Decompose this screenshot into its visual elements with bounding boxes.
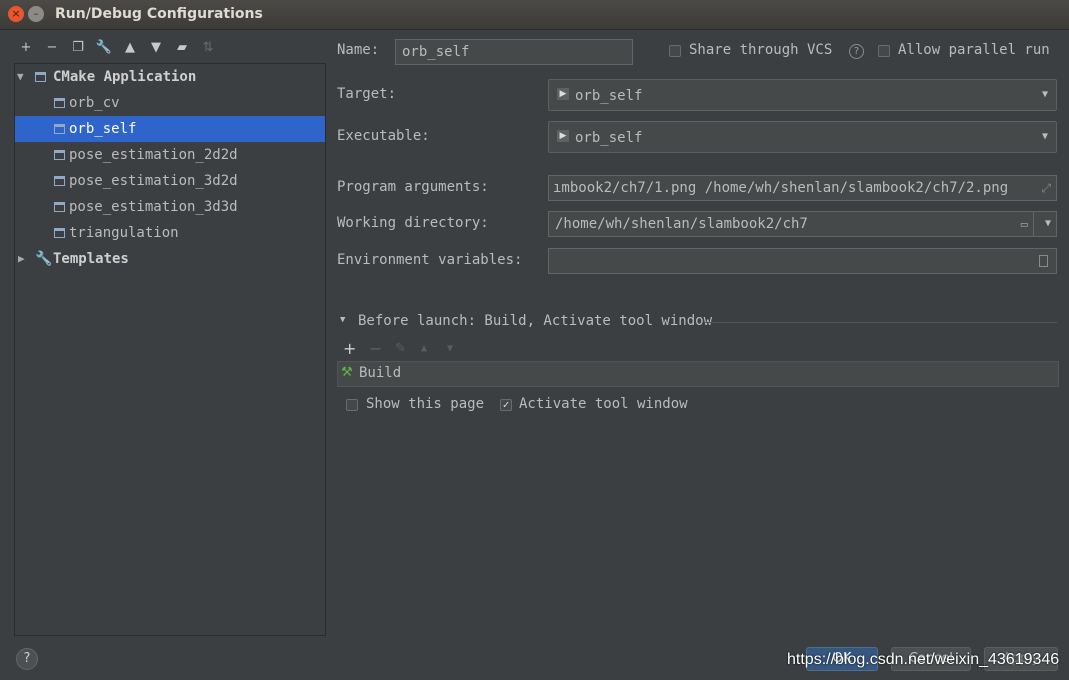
target-select[interactable]: ▶ orb_self ▼ [548, 79, 1057, 111]
sort-icon[interactable]: ⇅ [199, 40, 217, 56]
tree-item-label: orb_cv [69, 95, 120, 111]
tree-item-label: triangulation [69, 225, 179, 241]
chevron-down-icon[interactable]: ▼ [1045, 212, 1051, 236]
collapse-arrow-icon[interactable]: ▶ [18, 246, 25, 272]
before-launch-header[interactable]: Before launch: Build, Activate tool wind… [358, 313, 712, 329]
config-icon [54, 98, 65, 108]
tree-item-orb-cv[interactable]: orb_cv [15, 90, 325, 116]
window-title: Run/Debug Configurations [55, 6, 263, 22]
title-bar: × – Run/Debug Configurations [0, 0, 1069, 30]
activate-tool-window-label: Activate tool window [519, 396, 688, 412]
before-launch-task-list[interactable]: ⚒ Build [337, 361, 1059, 387]
allow-parallel-checkbox[interactable] [878, 45, 890, 57]
program-arguments-input[interactable]: ımbook2/ch7/1.png /home/wh/shenlan/slamb… [548, 175, 1057, 201]
tree-group-label: Templates [53, 251, 129, 267]
executable-icon: ▶ [557, 130, 569, 142]
folder-icon[interactable]: ▭ [1021, 212, 1028, 236]
edit-list-icon[interactable] [1039, 255, 1048, 267]
minimize-window-button[interactable]: – [28, 6, 44, 22]
arrow-up-icon[interactable]: ▲ [121, 40, 139, 56]
chevron-down-icon[interactable]: ▼ [1042, 123, 1048, 151]
expand-icon[interactable]: ⤢ [1041, 176, 1051, 200]
share-vcs-checkbox[interactable] [669, 45, 681, 57]
configuration-tree[interactable]: ▼ CMake Application orb_cv orb_self pose… [14, 63, 326, 636]
show-page-checkbox[interactable] [346, 399, 358, 411]
cmake-app-icon [35, 72, 46, 82]
expand-arrow-icon[interactable]: ▼ [17, 64, 24, 90]
copy-icon[interactable]: ❐ [69, 40, 87, 56]
show-page-label: Show this page [366, 396, 485, 412]
target-label: Target: [337, 86, 397, 102]
help-button[interactable]: ? [16, 648, 38, 670]
watermark-text: https://blog.csdn.net/weixin_43619346 [787, 651, 1060, 668]
tree-group-label: CMake Application [53, 69, 197, 85]
edit-task-icon[interactable]: ✎ [395, 341, 406, 356]
config-icon [54, 150, 65, 160]
help-icon[interactable]: ? [849, 44, 864, 59]
environment-variables-label: Environment variables: [337, 252, 523, 268]
config-icon [54, 124, 65, 134]
task-row-build[interactable]: ⚒ Build [338, 362, 1058, 386]
tree-item-label: pose_estimation_3d2d [69, 173, 238, 189]
add-task-icon[interactable]: + [343, 339, 356, 358]
tree-item-pose-estimation-3d3d[interactable]: pose_estimation_3d3d [15, 194, 325, 220]
hammer-icon: ⚒ [341, 365, 353, 380]
share-vcs-label: Share through VCS [689, 42, 833, 58]
tree-group-cmake-application[interactable]: ▼ CMake Application [15, 64, 325, 90]
tree-item-label: pose_estimation_3d3d [69, 199, 238, 215]
allow-parallel-label: Allow parallel run [898, 42, 1050, 58]
tree-item-orb-self[interactable]: orb_self [15, 116, 325, 142]
tree-group-templates[interactable]: ▶ 🔧 Templates [15, 246, 325, 272]
tree-item-triangulation[interactable]: triangulation [15, 220, 325, 246]
activate-tool-window-checkbox[interactable]: ✓ [500, 399, 512, 411]
name-input[interactable]: orb_self [395, 39, 633, 65]
environment-variables-input[interactable] [548, 248, 1057, 274]
add-icon[interactable]: + [17, 40, 35, 56]
executable-select[interactable]: ▶ orb_self ▼ [548, 121, 1057, 153]
collapse-arrow-icon[interactable]: ▼ [340, 315, 345, 325]
wrench-icon[interactable]: 🔧 [95, 40, 113, 56]
close-window-button[interactable]: × [8, 6, 24, 22]
tree-item-pose-estimation-2d2d[interactable]: pose_estimation_2d2d [15, 142, 325, 168]
executable-label: Executable: [337, 128, 430, 144]
executable-value: orb_self [575, 130, 643, 146]
config-icon [54, 202, 65, 212]
program-arguments-value: ımbook2/ch7/1.png /home/wh/shenlan/slamb… [553, 180, 1009, 196]
task-label: Build [359, 365, 402, 381]
tree-item-label: orb_self [69, 121, 137, 137]
remove-task-icon[interactable]: − [369, 339, 382, 358]
working-directory-label: Working directory: [337, 215, 489, 231]
target-value: orb_self [575, 88, 643, 104]
move-down-icon[interactable]: ▼ [447, 343, 453, 354]
arrow-down-icon[interactable]: ▼ [147, 40, 165, 56]
config-icon [54, 176, 65, 186]
program-arguments-label: Program arguments: [337, 179, 489, 195]
tree-item-pose-estimation-3d2d[interactable]: pose_estimation_3d2d [15, 168, 325, 194]
wrench-icon: 🔧 [35, 251, 53, 267]
divider [1033, 212, 1034, 236]
chevron-down-icon[interactable]: ▼ [1042, 81, 1048, 109]
name-label: Name: [337, 42, 380, 58]
remove-icon[interactable]: − [43, 40, 61, 56]
tree-item-label: pose_estimation_2d2d [69, 147, 238, 163]
working-directory-input[interactable]: /home/wh/shenlan/slambook2/ch7 ▭ ▼ [548, 211, 1057, 237]
move-up-icon[interactable]: ▲ [421, 343, 427, 354]
working-directory-value: /home/wh/shenlan/slambook2/ch7 [555, 216, 808, 232]
config-icon [54, 228, 65, 238]
section-divider [705, 322, 1057, 323]
target-icon: ▶ [557, 88, 569, 100]
folder-add-icon[interactable]: ▰ [173, 40, 191, 56]
